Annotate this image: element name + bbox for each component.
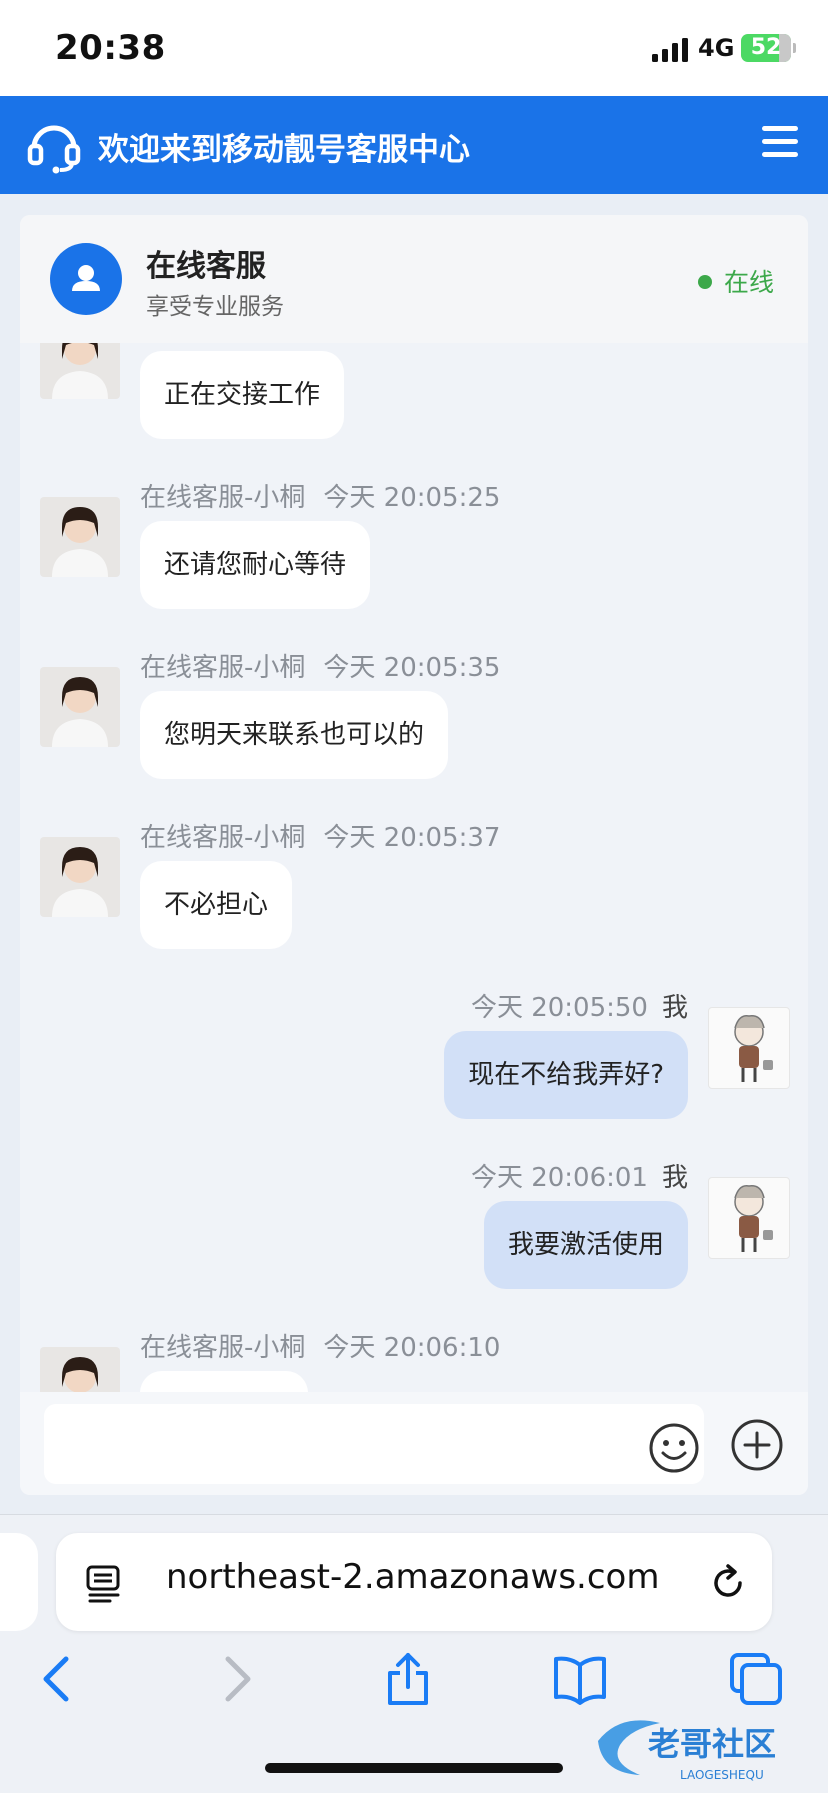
message-time: 今天 20:06:01 bbox=[470, 1163, 648, 1193]
watermark-logo: 老哥社区 LAOGESHEQU bbox=[590, 1711, 822, 1787]
message-meta: 在线客服-小桐 今天 20:05:37 bbox=[140, 817, 500, 854]
hamburger-menu-icon[interactable] bbox=[762, 126, 798, 160]
forward-icon[interactable] bbox=[208, 1651, 264, 1707]
agent-photo-avatar bbox=[40, 343, 120, 399]
chat-header: 在线客服 享受专业服务 在线 bbox=[20, 215, 808, 344]
message-meta: 在线客服-小桐 今天 20:05:35 bbox=[140, 647, 500, 684]
battery-icon: 52 bbox=[741, 34, 791, 62]
message-bubble: 不必担心 bbox=[140, 861, 293, 949]
message-time: 今天 20:05:35 bbox=[323, 653, 501, 683]
status-bar: 20:38 4G 52 bbox=[0, 0, 828, 96]
watermark-text: 老哥社区 bbox=[648, 1725, 776, 1763]
agent-subtitle: 享受专业服务 bbox=[146, 294, 284, 320]
back-icon[interactable] bbox=[30, 1651, 86, 1707]
watermark-subtext: LAOGESHEQU bbox=[680, 1768, 764, 1782]
message-bubble bbox=[140, 1371, 308, 1392]
message-bubble: 您明天来联系也可以的 bbox=[140, 691, 449, 779]
agent-photo-avatar bbox=[40, 1347, 120, 1392]
bookmarks-icon[interactable] bbox=[552, 1651, 608, 1707]
message-bubble: 我要激活使用 bbox=[483, 1201, 688, 1289]
user-icon bbox=[72, 265, 100, 291]
tabs-icon[interactable] bbox=[728, 1651, 784, 1707]
chat-input-bar bbox=[20, 1392, 808, 1495]
battery-level: 52 bbox=[750, 35, 782, 60]
address-bar[interactable]: northeast-2.amazonaws.com bbox=[56, 1533, 772, 1631]
chat-panel: 在线客服 享受专业服务 在线 正在交接工作 在线客服-小桐 今天 20:05:25… bbox=[20, 215, 808, 1495]
agent-photo-avatar bbox=[40, 497, 120, 577]
message-meta: 今天 20:06:01 我 bbox=[471, 1157, 688, 1194]
message-sender: 我 bbox=[661, 993, 688, 1023]
message-sender: 在线客服-小桐 bbox=[140, 1333, 306, 1363]
share-icon[interactable] bbox=[380, 1651, 436, 1707]
status-time: 20:38 bbox=[55, 28, 166, 68]
agent-avatar bbox=[50, 243, 122, 315]
message-time: 今天 20:05:25 bbox=[323, 483, 501, 513]
home-indicator[interactable] bbox=[265, 1763, 563, 1773]
app-header: 欢迎来到移动靓号客服中心 bbox=[0, 96, 828, 194]
message-sender: 我 bbox=[661, 1163, 688, 1193]
online-dot-icon bbox=[698, 275, 712, 289]
message-sender: 在线客服-小桐 bbox=[140, 653, 306, 683]
message-sender: 在线客服-小桐 bbox=[140, 483, 306, 513]
message-bubble: 现在不给我弄好? bbox=[444, 1031, 688, 1119]
headset-icon bbox=[27, 125, 81, 174]
message-meta: 今天 20:05:50 我 bbox=[471, 987, 688, 1024]
message-meta: 在线客服-小桐 今天 20:06:10 bbox=[140, 1327, 500, 1364]
cellular-signal-icon bbox=[652, 38, 688, 62]
network-type: 4G bbox=[698, 34, 735, 62]
message-time: 今天 20:05:50 bbox=[470, 993, 648, 1023]
reload-icon[interactable] bbox=[708, 1563, 748, 1603]
agent-photo-avatar bbox=[40, 837, 120, 917]
online-status-label: 在线 bbox=[724, 268, 775, 297]
message-sender: 在线客服-小桐 bbox=[140, 823, 306, 853]
message-time: 今天 20:05:37 bbox=[323, 823, 501, 853]
message-bubble: 还请您耐心等待 bbox=[140, 521, 371, 609]
url-text: northeast-2.amazonaws.com bbox=[166, 1557, 660, 1597]
browser-toolbar: northeast-2.amazonaws.com 老哥社区 LAOGESHEQ… bbox=[0, 1514, 828, 1793]
page-title: 欢迎来到移动靓号客服中心 bbox=[98, 132, 470, 168]
plus-circle-icon[interactable] bbox=[730, 1418, 784, 1472]
online-status: 在线 bbox=[698, 263, 774, 299]
reader-icon[interactable] bbox=[86, 1565, 122, 1603]
message-time: 今天 20:06:10 bbox=[323, 1333, 501, 1363]
message-list[interactable]: 正在交接工作 在线客服-小桐 今天 20:05:25 还请您耐心等待 在线客服-小… bbox=[20, 343, 808, 1392]
agent-photo-avatar bbox=[40, 667, 120, 747]
previous-tab-preview[interactable] bbox=[0, 1533, 38, 1631]
user-cartoon-avatar bbox=[708, 1007, 790, 1089]
user-cartoon-avatar bbox=[708, 1177, 790, 1259]
emoji-icon[interactable] bbox=[648, 1422, 700, 1474]
message-bubble: 正在交接工作 bbox=[140, 351, 345, 439]
message-input[interactable] bbox=[44, 1404, 704, 1484]
message-meta: 在线客服-小桐 今天 20:05:25 bbox=[140, 477, 500, 514]
agent-name: 在线客服 bbox=[146, 249, 266, 284]
